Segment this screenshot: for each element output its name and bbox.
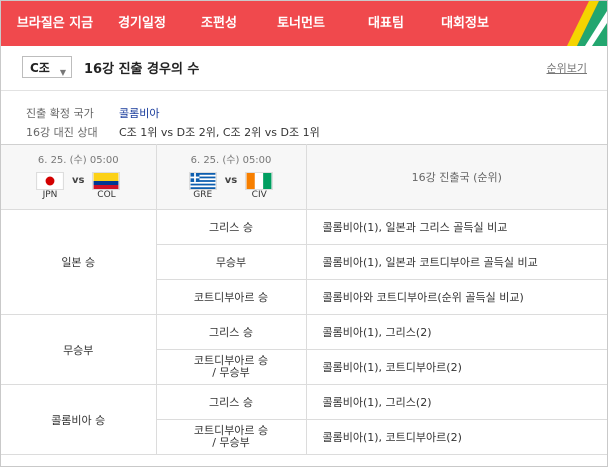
greece-flag-icon bbox=[188, 171, 217, 190]
result-cell: 콜롬비아(1), 코트디부아르(2) bbox=[305, 349, 607, 385]
result-cell: 콜롬비아(1), 그리스(2) bbox=[305, 384, 607, 420]
condition-cell: 그리스 승 bbox=[155, 314, 307, 350]
group-select[interactable]: C조 ▼ bbox=[22, 56, 72, 78]
scenario-table: 6. 25. (수) 05:00 JPN vs COL 6. 25. (수) 0… bbox=[1, 144, 607, 455]
page-title: 16강 진출 경우의 수 bbox=[84, 62, 200, 77]
group-label: 무승부 bbox=[1, 314, 157, 385]
condition-cell: 코트디부아르 승 / 무승부 bbox=[156, 419, 307, 455]
section-header: C조 ▼ 16강 진출 경우의 수 순위보기 bbox=[1, 46, 607, 91]
rank-link[interactable]: 순위보기 bbox=[547, 60, 587, 76]
result-cell: 콜롬비아(1), 일본과 그리스 골득실 비교 bbox=[305, 209, 607, 245]
info-box: 진출 확정 국가 콜롬비아 16강 대진 상대 C조 1위 vs D조 2위, … bbox=[1, 91, 607, 144]
nav-item-schedule[interactable]: 경기일정 bbox=[103, 1, 181, 46]
qualified-label: 진출 확정 국가 bbox=[26, 107, 94, 120]
result-header: 16강 진출국 (순위) bbox=[305, 144, 607, 210]
brazil-stripe-decoration bbox=[567, 1, 607, 46]
opponent-label: 16강 대진 상대 bbox=[26, 126, 98, 139]
condition-cell: 그리스 승 bbox=[155, 209, 307, 245]
nav-item-info[interactable]: 대회정보 bbox=[427, 1, 503, 46]
nav-item-teams[interactable]: 대표팀 bbox=[345, 1, 427, 46]
group-label: 일본 승 bbox=[1, 209, 157, 315]
top-nav: 브라질은 지금 경기일정 조편성 토너먼트 대표팀 대회정보 bbox=[1, 1, 607, 46]
condition-cell: 코트디부아르 승 bbox=[156, 279, 307, 315]
group-select-value: C조 bbox=[30, 61, 50, 75]
match2-home: GRE bbox=[193, 189, 213, 200]
condition-line: / 무승부 bbox=[212, 366, 250, 379]
table-row: 일본 승 그리스 승 콜롬비아(1), 일본과 그리스 골득실 비교 bbox=[1, 209, 607, 315]
match2-date: 6. 25. (수) 05:00 bbox=[190, 154, 272, 166]
ivory-coast-flag-icon bbox=[245, 171, 274, 190]
nav-item-groups[interactable]: 조편성 bbox=[181, 1, 257, 46]
match1-home: JPN bbox=[42, 189, 58, 200]
nav-item-brazil-now[interactable]: 브라질은 지금 bbox=[7, 1, 103, 46]
condition-line: / 무승부 bbox=[212, 436, 250, 449]
opponent-value: C조 1위 vs D조 2위, C조 2위 vs D조 1위 bbox=[119, 126, 320, 139]
colombia-flag-icon bbox=[92, 171, 121, 190]
result-cell: 콜롬비아와 코트디부아르(순위 골득실 비교) bbox=[305, 279, 607, 315]
result-cell: 콜롬비아(1), 그리스(2) bbox=[305, 314, 607, 350]
nav-item-tournament[interactable]: 토너먼트 bbox=[257, 1, 345, 46]
match1-vs: vs bbox=[72, 175, 85, 186]
qualified-value: 콜롬비아 bbox=[119, 107, 160, 120]
table-row: 콜롬비아 승 그리스 승 콜롬비아(1), 그리스(2) bbox=[1, 384, 607, 455]
match2-vs: vs bbox=[224, 175, 238, 186]
match2-away: CIV bbox=[251, 189, 267, 200]
match2-header: 6. 25. (수) 05:00 GRE vs CIV bbox=[155, 144, 307, 210]
result-cell: 콜롬비아(1), 일본과 코트디부아르 골득실 비교 bbox=[305, 244, 607, 280]
match1-date: 6. 25. (수) 05:00 bbox=[37, 154, 119, 166]
group-label: 콜롬비아 승 bbox=[1, 384, 157, 455]
table-row: 무승부 그리스 승 콜롬비아(1), 그리스(2) bbox=[1, 314, 607, 385]
result-cell: 콜롬비아(1), 코트디부아르(2) bbox=[305, 419, 607, 455]
page: 브라질은 지금 경기일정 조편성 토너먼트 대표팀 대회정보 C조 ▼ 16강 … bbox=[0, 0, 608, 467]
condition-cell: 코트디부아르 승 / 무승부 bbox=[156, 349, 307, 385]
japan-flag-icon bbox=[36, 171, 64, 190]
caret-down-icon: ▼ bbox=[59, 68, 66, 77]
match1-header: 6. 25. (수) 05:00 JPN vs COL bbox=[1, 144, 157, 210]
match1-away: COL bbox=[97, 189, 116, 200]
condition-cell: 무승부 bbox=[156, 244, 307, 280]
condition-cell: 그리스 승 bbox=[155, 384, 307, 420]
